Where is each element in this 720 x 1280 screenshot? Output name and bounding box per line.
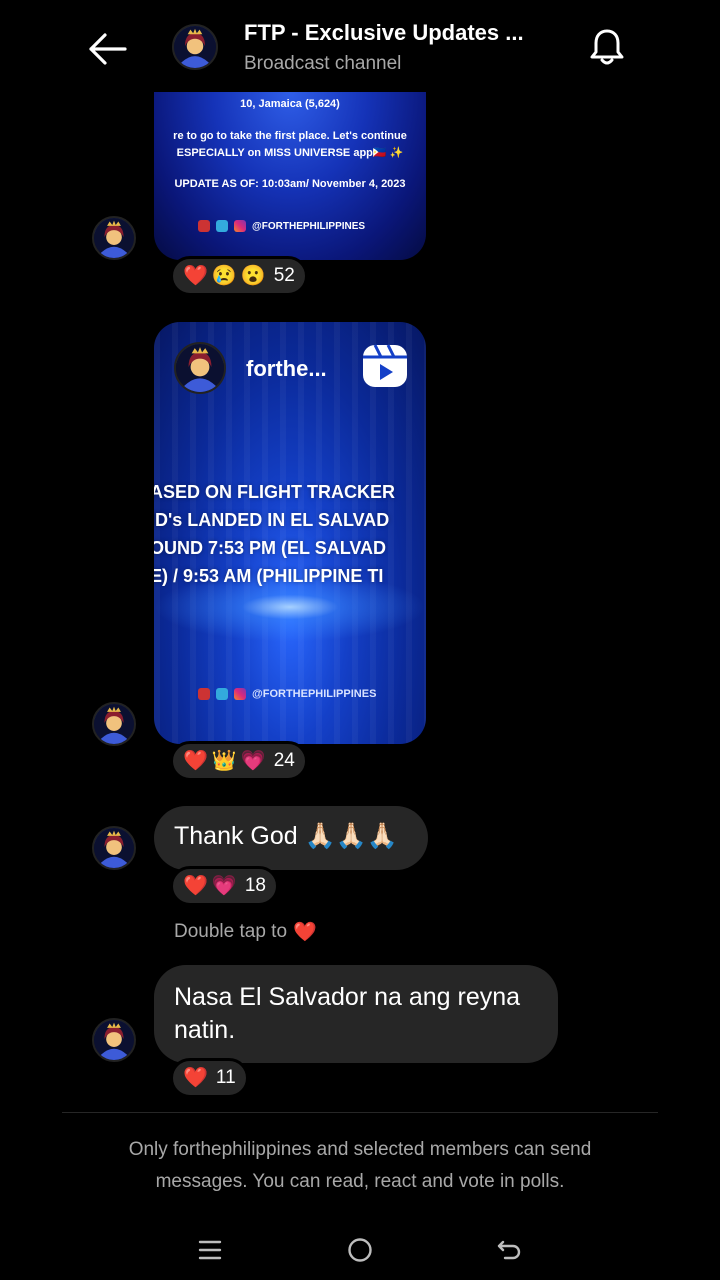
bell-icon: [590, 29, 624, 65]
home-button[interactable]: [340, 1230, 380, 1270]
instagram-icon: [234, 220, 246, 232]
crown-logo-icon: [198, 688, 210, 700]
crown-logo-icon: [198, 220, 210, 232]
reactions-bar[interactable]: ❤️ 👑 💗 24: [170, 741, 308, 781]
avatar-illustration: [94, 1020, 134, 1060]
reel-text-line: E) / 9:53 AM (PHILIPPINE TI: [154, 566, 384, 586]
handle-text: @FORTHEPHILIPPINES: [252, 220, 366, 232]
reel-handle: @FORTHEPHILIPPINES: [198, 688, 376, 700]
reels-icon: [363, 344, 407, 387]
reel-overlay-text: ASED ON FLIGHT TRACKER ID's LANDED IN EL…: [154, 478, 426, 590]
reel-post[interactable]: forthe... ASED ON FLIGHT TRACKER ID's LA…: [154, 322, 426, 744]
back-button[interactable]: [84, 26, 130, 72]
message-feed[interactable]: 10, Jamaica (5,624) re to go to take the…: [0, 92, 720, 1112]
reactions-bar[interactable]: ❤️ 11: [170, 1058, 249, 1098]
menu-icon: [198, 1240, 222, 1260]
avatar-illustration: [94, 828, 134, 868]
instagram-icon: [234, 688, 246, 700]
reaction-emoji: 💗: [240, 750, 266, 772]
sender-avatar[interactable]: [92, 826, 136, 870]
double-tap-hint: Double tap to ❤️: [174, 920, 317, 944]
image-post-1-line: ESPECIALLY on MISS UNIVERSE app🇵🇭 ✨: [176, 147, 404, 159]
image-post-1[interactable]: 10, Jamaica (5,624) re to go to take the…: [154, 92, 426, 260]
reaction-emoji: 😮: [240, 265, 266, 287]
footer-divider: [62, 1112, 658, 1113]
reaction-count: 18: [244, 875, 266, 896]
gem-logo-icon: [216, 220, 228, 232]
reel-author-avatar[interactable]: [174, 342, 226, 394]
reaction-count: 24: [273, 750, 295, 771]
home-circle-icon: [348, 1238, 372, 1262]
reaction-emoji: ❤️: [183, 1067, 208, 1089]
channel-subtitle: Broadcast channel: [244, 53, 402, 74]
sender-avatar[interactable]: [92, 216, 136, 260]
channel-title[interactable]: FTP - Exclusive Updates ...: [244, 20, 524, 46]
gem-logo-icon: [216, 688, 228, 700]
back-icon: [497, 1240, 521, 1260]
sender-avatar[interactable]: [92, 1018, 136, 1062]
handle-text: @FORTHEPHILIPPINES: [252, 688, 377, 700]
heart-icon: ❤️: [293, 922, 317, 943]
message-bubble[interactable]: Nasa El Salvador na ang reyna natin.: [154, 965, 558, 1063]
reactions-bar[interactable]: ❤️ 😢 😮 52: [170, 256, 308, 296]
reaction-emoji: ❤️: [183, 265, 208, 287]
avatar-illustration: [94, 218, 134, 258]
channel-header: FTP - Exclusive Updates ... Broadcast ch…: [0, 0, 720, 92]
broadcast-permission-note: Only forthephilippines and selected memb…: [128, 1139, 592, 1192]
sender-avatar[interactable]: [92, 702, 136, 746]
system-back-button[interactable]: [490, 1230, 530, 1270]
image-post-1-line: 10, Jamaica (5,624): [240, 98, 340, 110]
recent-apps-button[interactable]: [190, 1230, 230, 1270]
reel-author-name[interactable]: forthe...: [246, 356, 327, 382]
reel-text-line: ASED ON FLIGHT TRACKER: [154, 482, 395, 502]
reactions-bar[interactable]: ❤️ 💗 18: [170, 866, 279, 906]
image-post-1-handle: @FORTHEPHILIPPINES: [198, 220, 365, 232]
reaction-emoji: 😢: [211, 265, 237, 287]
system-navigation-bar: [0, 1216, 720, 1280]
channel-avatar[interactable]: [172, 24, 218, 70]
notifications-button[interactable]: [584, 24, 630, 70]
reaction-emoji: ❤️: [183, 750, 208, 772]
image-post-1-line: UPDATE AS OF: 10:03am/ November 4, 2023: [174, 178, 406, 190]
arrow-left-icon: [89, 33, 127, 65]
reaction-emoji: ❤️: [183, 875, 208, 897]
avatar-illustration: [176, 344, 224, 392]
reaction-emoji: 👑: [211, 750, 237, 772]
reaction-emoji: 💗: [211, 875, 237, 897]
avatar-illustration: [94, 704, 134, 744]
reaction-count: 11: [215, 1067, 236, 1088]
image-post-1-line: re to go to take the first place. Let's …: [173, 130, 407, 142]
message-bubble[interactable]: Thank God 🙏🏻🙏🏻🙏🏻: [154, 806, 428, 870]
reel-text-line: ID's LANDED IN EL SALVAD: [154, 510, 390, 530]
avatar-illustration: [174, 26, 216, 68]
reel-text-line: OUND 7:53 PM (EL SALVAD: [154, 538, 387, 558]
hint-text: Double tap to: [174, 921, 288, 942]
reaction-count: 52: [273, 265, 295, 286]
